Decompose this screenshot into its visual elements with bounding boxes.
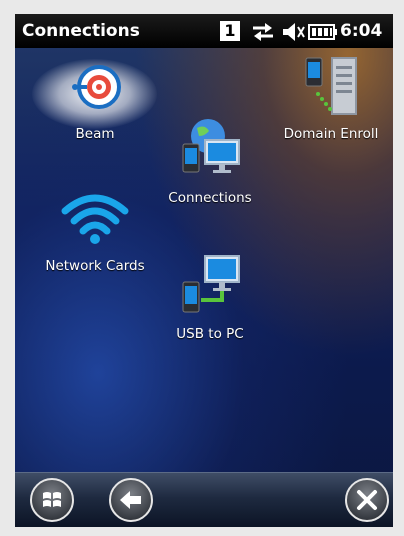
beam-target-icon <box>50 56 140 116</box>
app-domain-enroll[interactable]: Domain Enroll <box>269 54 393 142</box>
globe-device-monitor-icon <box>160 114 260 180</box>
device-server-icon <box>269 54 393 120</box>
close-icon <box>357 490 377 510</box>
close-button[interactable] <box>345 478 389 522</box>
screen: Connections 1 6:04 Beam Connections Doma… <box>15 14 393 527</box>
start-button[interactable] <box>30 478 74 522</box>
window-title: Connections <box>22 21 140 41</box>
app-label: Beam <box>75 126 115 142</box>
app-usb-to-pc[interactable]: USB to PC <box>160 252 260 342</box>
connectivity-arrows-icon[interactable] <box>250 22 276 46</box>
usb-device-monitor-icon <box>160 252 260 318</box>
back-arrow-icon <box>120 491 141 509</box>
taskbar <box>15 472 393 527</box>
device-frame: Connections 1 6:04 Beam Connections Doma… <box>0 0 404 536</box>
back-button[interactable] <box>109 478 153 522</box>
app-beam[interactable]: Beam <box>50 56 140 142</box>
status-bar: Connections 1 6:04 <box>15 14 393 48</box>
windows-start-icon <box>43 492 61 507</box>
clock[interactable]: 6:04 <box>340 21 382 41</box>
app-label: Network Cards <box>45 258 145 274</box>
app-network-cards[interactable]: Network Cards <box>40 189 150 274</box>
app-label: Connections <box>168 190 252 206</box>
notification-badge[interactable]: 1 <box>220 21 240 41</box>
battery-icon[interactable] <box>308 22 338 46</box>
wifi-icon <box>40 189 150 249</box>
speaker-muted-icon[interactable] <box>281 22 305 46</box>
app-label: USB to PC <box>176 326 244 342</box>
app-label: Domain Enroll <box>283 126 379 142</box>
app-connections[interactable]: Connections <box>160 114 260 206</box>
